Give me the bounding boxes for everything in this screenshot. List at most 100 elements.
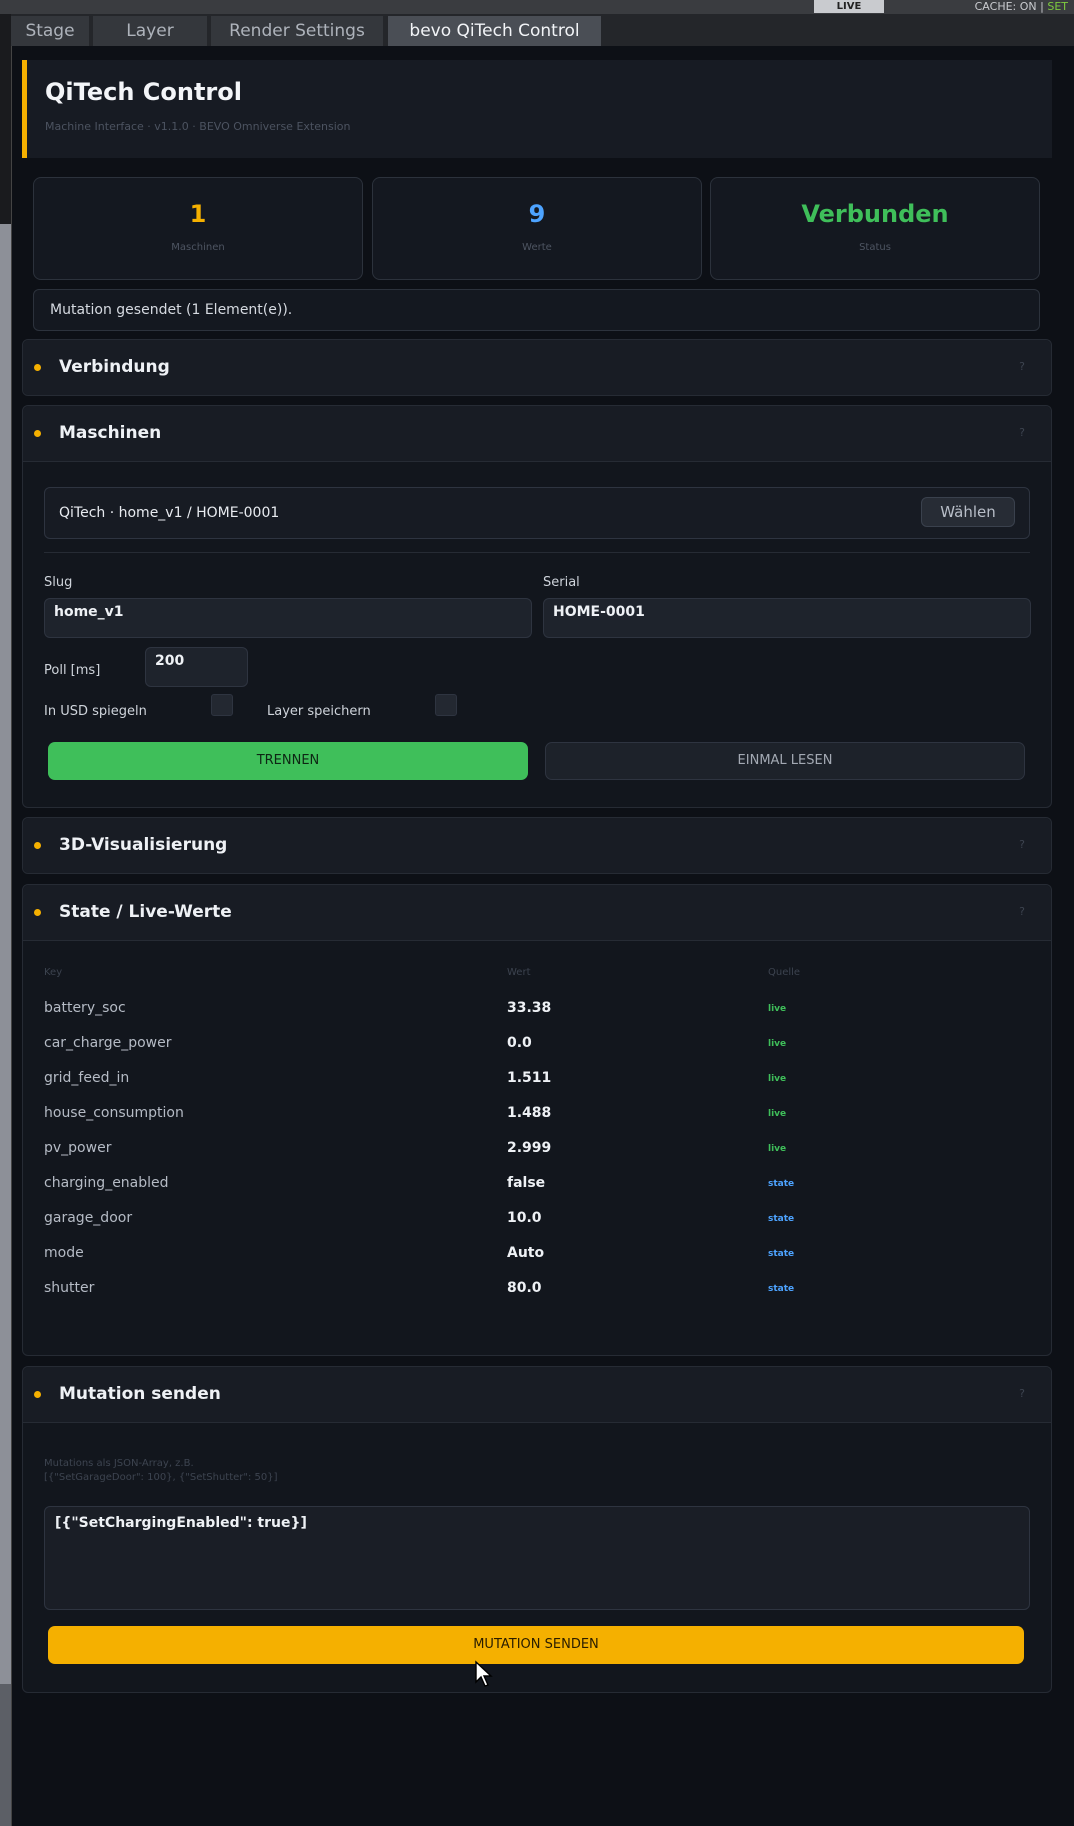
state-key: battery_soc — [44, 1000, 126, 1016]
section-header-machines[interactable]: Maschinen ? — [23, 406, 1051, 462]
stat-label: Werte — [522, 242, 552, 253]
save-layer-checkbox[interactable] — [435, 694, 457, 716]
state-value: 10.0 — [507, 1210, 542, 1226]
state-value: 33.38 — [507, 1000, 552, 1016]
stat-card-status: Verbunden Status — [710, 177, 1040, 280]
cache-label: CACHE: ON — [974, 0, 1037, 13]
state-key: pv_power — [44, 1140, 112, 1156]
serial-label: Serial — [543, 575, 580, 590]
mirror-usd-checkbox[interactable] — [211, 694, 233, 716]
state-source: state — [768, 1214, 795, 1224]
section-visualization: 3D-Visualisierung ? — [22, 817, 1052, 874]
tab-bar: Stage Layer Render Settings bevo QiTech … — [11, 14, 1074, 46]
section-title: Maschinen — [59, 423, 162, 443]
state-key: mode — [44, 1245, 84, 1261]
section-title: 3D-Visualisierung — [59, 835, 228, 855]
slug-input[interactable]: home_v1 — [44, 598, 532, 638]
state-source: live — [768, 1004, 787, 1014]
divider — [44, 552, 1030, 553]
read-once-button[interactable]: EINMAL LESEN — [545, 742, 1025, 780]
state-source: live — [768, 1039, 787, 1049]
mouse-cursor-icon — [475, 1660, 493, 1687]
status-message: Mutation gesendet (1 Element(e)). — [33, 289, 1040, 331]
poll-input[interactable]: 200 — [145, 647, 248, 687]
column-header-value: Wert — [507, 967, 531, 978]
serial-input[interactable]: HOME-0001 — [543, 598, 1031, 638]
gutter-light — [0, 224, 11, 1684]
section-connection: Verbindung ? — [22, 339, 1052, 396]
section-state: State / Live-Werte ? Key Wert Quelle bat… — [22, 884, 1052, 1356]
mutation-hint-line2: [{"SetGarageDoor": 100}, {"SetShutter": … — [44, 1472, 278, 1483]
section-dot — [34, 430, 41, 437]
column-header-source: Quelle — [768, 967, 801, 978]
section-machines: Maschinen ? QiTech · home_v1 / HOME-0001… — [22, 405, 1052, 808]
help-icon[interactable]: ? — [1019, 426, 1025, 439]
gutter-dark — [0, 14, 11, 224]
mutation-hint-line1: Mutations als JSON-Array, z.B. — [44, 1458, 194, 1469]
page-subtitle: Machine Interface · v1.1.0 · BEVO Omnive… — [45, 120, 351, 133]
section-header-mutation[interactable]: Mutation senden ? — [23, 1367, 1051, 1423]
slug-label: Slug — [44, 575, 73, 590]
state-key: car_charge_power — [44, 1035, 172, 1051]
send-mutation-button[interactable]: MUTATION SENDEN — [48, 1626, 1024, 1664]
section-title: Verbindung — [59, 357, 170, 377]
section-title: State / Live-Werte — [59, 902, 232, 922]
machine-list-item[interactable]: QiTech · home_v1 / HOME-0001 Wählen — [44, 487, 1030, 539]
state-source: state — [768, 1179, 795, 1189]
stat-label: Maschinen — [171, 242, 225, 253]
state-key: charging_enabled — [44, 1175, 169, 1191]
disconnect-button[interactable]: TRENNEN — [48, 742, 528, 780]
state-source: live — [768, 1074, 787, 1084]
stat-label: Status — [859, 242, 891, 253]
mirror-usd-label: In USD spiegeln — [44, 704, 147, 719]
left-gutter — [0, 14, 11, 1826]
section-dot — [34, 1391, 41, 1398]
cache-suffix: SET — [1047, 0, 1068, 13]
page-title: QiTech Control — [45, 78, 242, 106]
section-dot — [34, 909, 41, 916]
state-value: false — [507, 1175, 546, 1191]
section-header-visualization[interactable]: 3D-Visualisierung ? — [23, 818, 1051, 873]
help-icon[interactable]: ? — [1019, 838, 1025, 851]
section-header-state[interactable]: State / Live-Werte ? — [23, 885, 1051, 941]
state-value: 0.0 — [507, 1035, 532, 1051]
state-key: garage_door — [44, 1210, 133, 1226]
state-value: Auto — [507, 1245, 545, 1261]
stat-value: 1 — [189, 200, 207, 228]
cache-status: CACHE: ON | SET — [974, 0, 1068, 13]
help-icon[interactable]: ? — [1019, 905, 1025, 918]
stat-value: 9 — [528, 200, 546, 228]
state-value: 1.511 — [507, 1070, 552, 1086]
section-dot — [34, 842, 41, 849]
state-source: live — [768, 1109, 787, 1119]
stat-card-machines: 1 Maschinen — [33, 177, 363, 280]
section-header-connection[interactable]: Verbindung ? — [23, 340, 1051, 395]
state-key: grid_feed_in — [44, 1070, 130, 1086]
live-badge[interactable]: LIVE — [814, 0, 884, 13]
tab-stage[interactable]: Stage — [11, 16, 89, 46]
tab-qitech-control[interactable]: bevo QiTech Control — [388, 16, 601, 46]
state-value: 1.488 — [507, 1105, 552, 1121]
column-header-key: Key — [44, 967, 63, 978]
tab-render-settings[interactable]: Render Settings — [211, 16, 383, 46]
top-strip: LIVE CACHE: ON | SET — [0, 0, 1074, 14]
help-icon[interactable]: ? — [1019, 1387, 1025, 1400]
machine-label: QiTech · home_v1 / HOME-0001 — [59, 505, 280, 521]
state-value: 2.999 — [507, 1140, 552, 1156]
tab-layer[interactable]: Layer — [93, 16, 207, 46]
poll-label: Poll [ms] — [44, 663, 101, 678]
state-key: shutter — [44, 1280, 95, 1296]
state-value: 80.0 — [507, 1280, 542, 1296]
state-source: state — [768, 1249, 795, 1259]
stat-card-values: 9 Werte — [372, 177, 702, 280]
select-machine-button[interactable]: Wählen — [921, 497, 1015, 527]
help-icon[interactable]: ? — [1019, 360, 1025, 373]
state-source: state — [768, 1284, 795, 1294]
section-title: Mutation senden — [59, 1384, 221, 1404]
save-layer-label: Layer speichern — [267, 704, 371, 719]
panel-header: QiTech Control Machine Interface · v1.1.… — [22, 60, 1052, 158]
stat-value: Verbunden — [801, 200, 949, 228]
section-dot — [34, 364, 41, 371]
mutation-json-textarea[interactable]: [{"SetChargingEnabled": true}] — [44, 1506, 1030, 1610]
section-mutation: Mutation senden ? Mutations als JSON-Arr… — [22, 1366, 1052, 1693]
